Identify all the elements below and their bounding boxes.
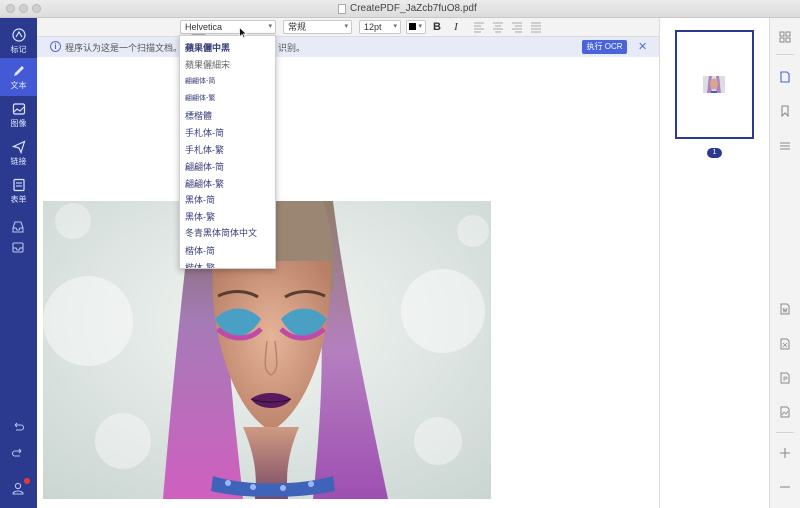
sidebar-item-link[interactable]: 链接 — [0, 134, 37, 172]
font-option[interactable]: 楷体-简 — [185, 244, 215, 257]
font-style-value: 常规 — [288, 22, 307, 32]
font-option[interactable]: 黑体-繁 — [185, 210, 215, 223]
chevron-down-icon: ▾ — [418, 23, 422, 30]
user-account-icon[interactable] — [11, 481, 25, 495]
list-icon[interactable] — [779, 140, 791, 152]
align-justify-icon[interactable] — [530, 21, 542, 33]
markup-icon — [11, 27, 26, 42]
undo-icon[interactable] — [11, 420, 25, 434]
tray-icon[interactable] — [11, 240, 25, 254]
color-swatch — [409, 23, 416, 30]
zoom-out-icon[interactable] — [779, 481, 791, 493]
perform-ocr-button[interactable]: 执行 OCR — [582, 40, 627, 54]
sidebar-item-label: 标记 — [10, 44, 27, 54]
pen-icon — [13, 65, 24, 76]
close-icon[interactable]: ✕ — [638, 40, 647, 53]
zoom-in-icon[interactable] — [779, 447, 791, 459]
left-sidebar: 标记 文本 图像 链接 表单 — [0, 18, 37, 508]
right-tool-strip — [769, 18, 800, 508]
font-size-select[interactable]: 12pt ▾ — [359, 20, 401, 34]
notice-message-end: 识别。 — [278, 43, 306, 53]
font-size-value: 12pt — [364, 22, 382, 32]
convert-excel-icon[interactable] — [779, 338, 791, 350]
sidebar-item-label: 链接 — [10, 156, 27, 166]
sidebar-item-label: 图像 — [10, 118, 27, 128]
ocr-notice-bar: i 程序认为这是一个扫描文档。建议您 识别。 执行 OCR ✕ — [37, 37, 659, 57]
image-icon — [12, 102, 25, 115]
divider — [776, 432, 794, 433]
italic-button[interactable]: I — [450, 21, 462, 33]
document-canvas[interactable] — [37, 57, 659, 508]
font-option[interactable]: 翩翩体-繁 — [185, 177, 224, 190]
bold-button[interactable]: B — [431, 21, 443, 33]
font-style-select[interactable]: 常规 ▾ — [283, 20, 352, 34]
chevron-down-icon: ▾ — [344, 23, 348, 30]
sidebar-item-text[interactable]: 文本 — [0, 58, 37, 96]
sidebar-item-image[interactable]: 图像 — [0, 96, 37, 134]
thumbnail-image — [703, 76, 725, 93]
align-left-icon[interactable] — [473, 21, 485, 33]
form-icon — [12, 178, 25, 191]
link-icon — [11, 139, 25, 154]
close-window-button[interactable] — [6, 4, 15, 13]
page-number-badge: 1 — [707, 148, 722, 158]
font-option[interactable]: 翩翩体-简 — [185, 76, 215, 86]
page-thumbnails-panel: 1 — [659, 18, 769, 508]
font-option[interactable]: 蘋果儷細宋 — [185, 58, 230, 71]
font-option[interactable]: 手札体-繁 — [185, 143, 224, 156]
font-option[interactable]: 手札体-简 — [185, 126, 224, 139]
document-icon — [338, 4, 346, 14]
sidebar-item-label: 文本 — [10, 80, 27, 90]
chevron-down-icon: ▾ — [393, 23, 397, 30]
bookmark-icon[interactable] — [779, 105, 791, 117]
redo-icon[interactable] — [11, 446, 25, 460]
text-format-toolbar: T Helvetica ▾ 常规 ▾ 12pt ▾ ▾ B I — [37, 18, 659, 37]
align-center-icon[interactable] — [492, 21, 504, 33]
font-option[interactable]: 黑体-简 — [185, 193, 215, 206]
sidebar-item-markup[interactable]: 标记 — [0, 22, 37, 60]
align-right-icon[interactable] — [511, 21, 523, 33]
sidebar-item-form[interactable]: 表单 — [0, 172, 37, 210]
grid-view-icon[interactable] — [779, 31, 791, 43]
convert-ppt-icon[interactable] — [779, 372, 791, 384]
minimize-window-button[interactable] — [19, 4, 28, 13]
font-option[interactable]: 翩翩体-简 — [185, 160, 224, 173]
divider — [776, 54, 794, 55]
info-icon: i — [50, 41, 61, 52]
page-thumbnail[interactable] — [675, 30, 754, 139]
font-family-select[interactable]: Helvetica ▾ — [180, 20, 276, 34]
chevron-down-icon: ▾ — [268, 23, 272, 30]
zoom-window-button[interactable] — [32, 4, 41, 13]
page-icon[interactable] — [779, 71, 791, 83]
font-family-dropdown[interactable]: 蘋果儷中黑 蘋果儷細宋 翩翩体-简 翩翩体-繁 標楷體 手札体-简 手札体-繁 … — [179, 35, 276, 269]
convert-image-icon[interactable] — [779, 406, 791, 418]
sidebar-item-label: 表单 — [10, 194, 27, 204]
font-family-value: Helvetica — [185, 22, 223, 32]
window-title: CreatePDF_JaZcb7fuO8.pdf — [350, 3, 477, 14]
font-option[interactable]: 蘋果儷中黑 — [185, 41, 230, 54]
font-option[interactable]: 標楷體 — [185, 109, 212, 122]
mouse-cursor-icon — [239, 27, 247, 39]
window-title-bar: CreatePDF_JaZcb7fuO8.pdf — [0, 0, 800, 18]
notification-badge — [24, 478, 30, 484]
font-option[interactable]: 楷体-繁 — [185, 261, 215, 268]
font-option[interactable]: 冬青黑体简体中文 — [185, 226, 257, 239]
inbox-icon[interactable] — [11, 220, 25, 234]
font-option[interactable]: 翩翩体-繁 — [185, 93, 215, 103]
convert-word-icon[interactable] — [779, 303, 791, 315]
font-color-picker[interactable]: ▾ — [406, 20, 426, 34]
